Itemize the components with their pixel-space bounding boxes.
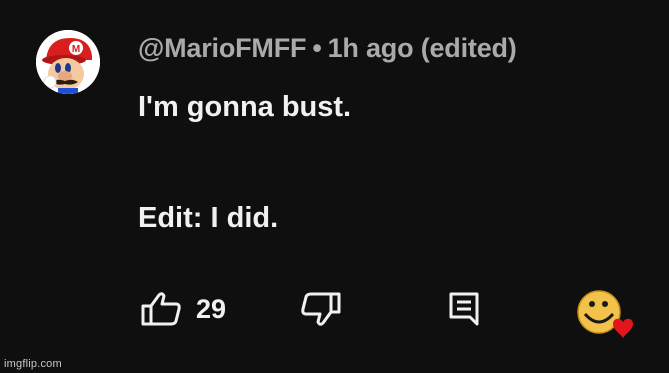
svg-text:M: M <box>72 44 80 55</box>
thumbs-up-icon <box>141 292 181 326</box>
edited-label: (edited) <box>420 33 517 63</box>
comment-text-line1: I'm gonna bust. <box>138 91 352 123</box>
comment-meta: @MarioFMFF • 1h ago (edited) <box>138 33 517 64</box>
dislike-button[interactable] <box>300 291 342 327</box>
thumbs-down-icon <box>301 292 341 326</box>
creator-heart-badge[interactable] <box>577 290 635 340</box>
like-button[interactable]: 29 <box>140 291 226 327</box>
creator-heart-icon <box>577 290 633 338</box>
meta-separator: • <box>312 33 322 63</box>
mario-avatar-icon: M <box>36 30 100 94</box>
comment-text-line2: Edit: I did. <box>138 202 279 234</box>
like-count: 29 <box>196 293 227 324</box>
comment-reply-icon <box>449 292 479 326</box>
author-avatar[interactable]: M <box>36 30 100 94</box>
comment-timestamp[interactable]: 1h ago <box>328 33 414 63</box>
imgflip-watermark: imgflip.com <box>4 358 62 370</box>
author-handle[interactable]: @MarioFMFF <box>138 33 307 63</box>
reply-button[interactable] <box>448 291 480 327</box>
